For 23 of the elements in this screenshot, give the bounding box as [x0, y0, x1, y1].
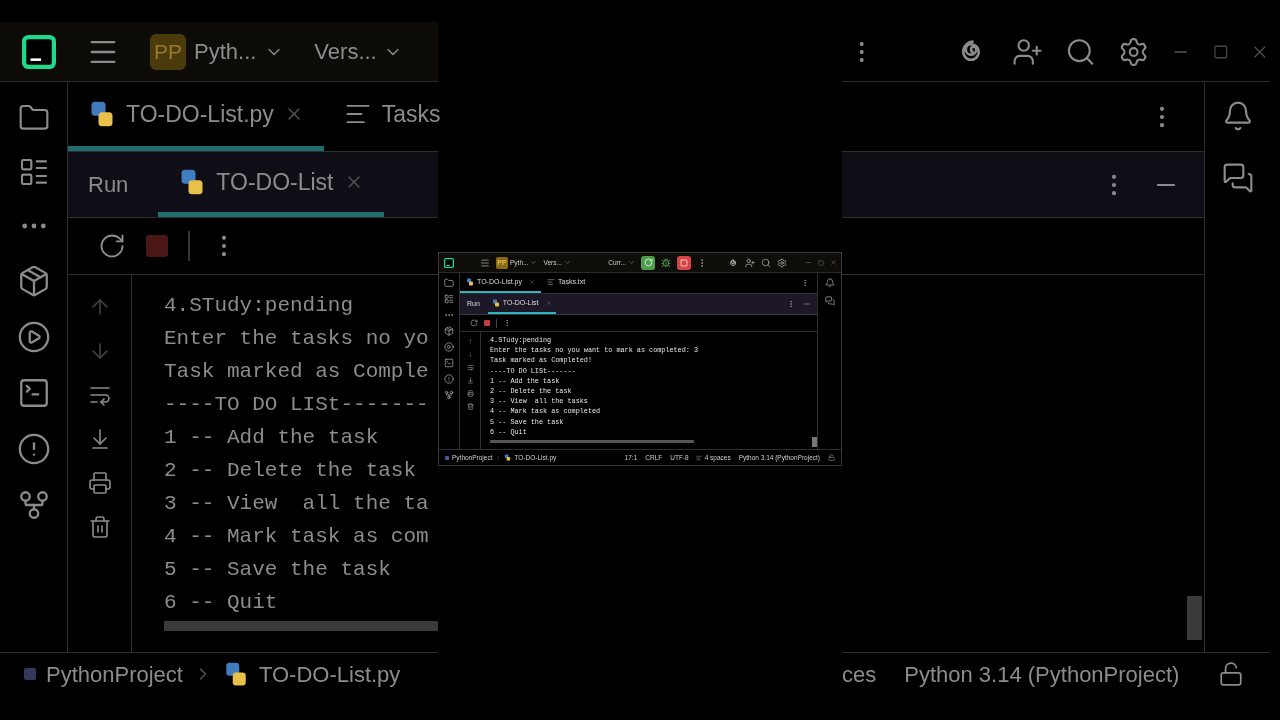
console-line: 3 -- View all the ta [164, 491, 430, 517]
run-panel-title: Run [88, 171, 129, 199]
tab-label: TO-DO-List [216, 167, 334, 197]
console-line: 1 -- Add the task [164, 425, 380, 451]
console-line: 4.STudy:pending [164, 293, 355, 319]
breadcrumb[interactable]: PythonProject [46, 657, 183, 691]
console-line: 2 -- Delete the task [164, 458, 418, 484]
run-tab[interactable]: TO-DO-List [158, 152, 384, 217]
console-line: 6 -- Quit [164, 590, 279, 616]
tab-label: Tasks [381, 99, 441, 129]
console-line: Enter the tasks no yo [164, 326, 430, 352]
tab-label: TO-DO-List.py [126, 99, 274, 129]
console-line: 4 -- Mark task as com [164, 524, 430, 550]
project-badge: PP [150, 33, 186, 70]
console-line: Task marked as Comple [164, 359, 430, 385]
console-line: ----TO DO LISt------- [164, 392, 430, 418]
console-line: 5 -- Save the task [164, 557, 392, 583]
breadcrumb[interactable]: TO-DO-List.py [258, 657, 401, 691]
status-text: ces [842, 660, 877, 689]
editor-tab[interactable]: Tasks [323, 82, 461, 151]
interpreter-status[interactable]: Python 3.14 (PythonProject) [904, 657, 1180, 691]
vcs-selector[interactable]: Vers... [314, 35, 377, 68]
project-selector[interactable]: Pyth... [194, 35, 257, 68]
